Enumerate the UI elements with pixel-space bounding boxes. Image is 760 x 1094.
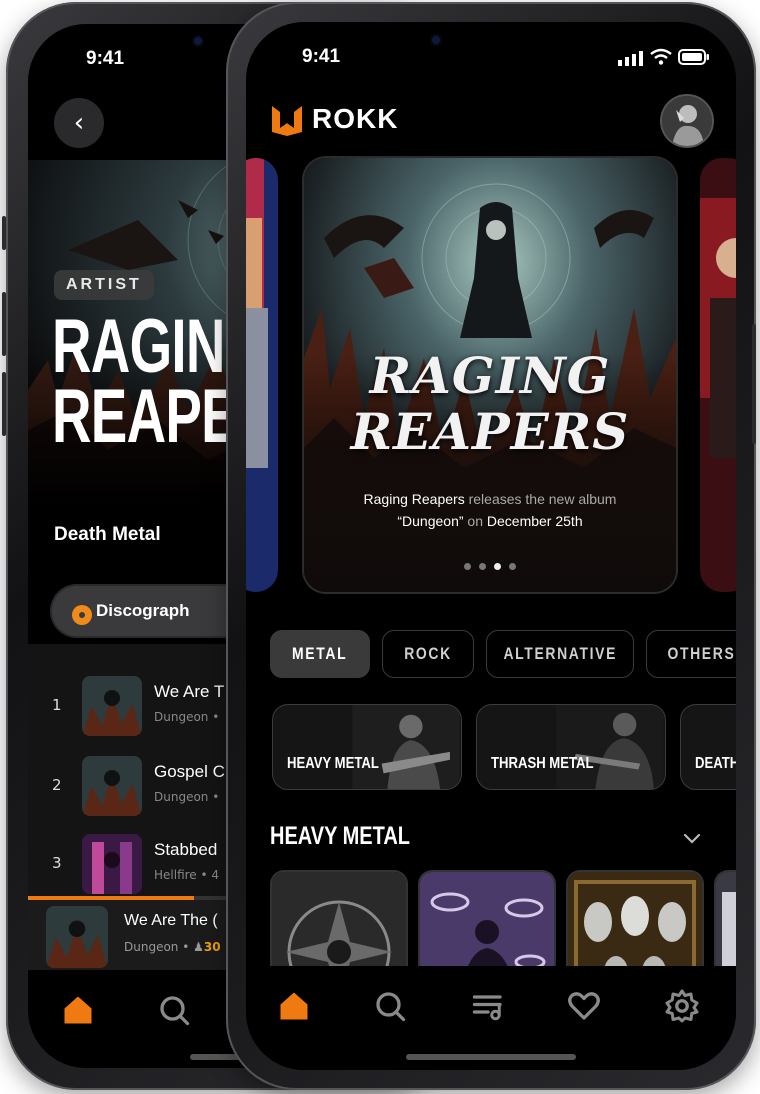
track-title: Stabbed xyxy=(154,840,218,859)
brand-logo[interactable]: ROKK xyxy=(270,102,398,136)
camera xyxy=(432,36,440,44)
now-playing-title: We Are The ( xyxy=(124,912,218,929)
feature-card[interactable]: RAGING REAPERS Raging Reapers releases t… xyxy=(304,158,676,592)
genre-card-thrash-metal[interactable]: THRASH METAL xyxy=(476,704,666,790)
track-album: Dungeon • xyxy=(154,710,220,724)
artist-genre: Death Metal xyxy=(54,524,161,545)
home-screen: 9:41 ROKK RAGING REAPERS Raging Reapers … xyxy=(246,22,736,1070)
feature-description: Raging Reapers releases the new album “D… xyxy=(334,488,646,532)
artist-badge: ARTIST xyxy=(54,270,154,300)
track-album: Dungeon • xyxy=(154,790,220,804)
playlist-icon[interactable] xyxy=(470,988,506,1024)
status-time: 9:41 xyxy=(302,46,341,67)
feature-desc-mid: releases the new album xyxy=(464,491,617,507)
pagination-dot[interactable] xyxy=(479,563,486,570)
power-button xyxy=(752,324,756,444)
genre-card-label: HEAVY METAL xyxy=(287,755,379,772)
feature-desc-on: on xyxy=(463,513,487,529)
feature-album: “Dungeon” xyxy=(397,513,464,529)
chip-label: OTHERS xyxy=(667,644,735,663)
chip-others[interactable]: OTHERS xyxy=(646,630,736,678)
app-showcase: 9:41 ‹ ARTIST RAGIN REAPE Death Metal Di… xyxy=(0,0,760,1094)
now-playing-meta: Dungeon • ♟30 xyxy=(124,940,221,954)
battery-icon xyxy=(678,49,709,65)
chip-label: ALTERNATIVE xyxy=(503,644,617,663)
home-icon[interactable] xyxy=(60,992,96,1028)
feature-band: Raging Reapers xyxy=(363,491,465,507)
chip-label: METAL xyxy=(292,644,348,663)
track-artwork xyxy=(82,676,142,736)
carousel-next-card[interactable] xyxy=(700,158,736,592)
search-icon[interactable] xyxy=(372,988,408,1024)
feature-title-line1: RAGING xyxy=(369,346,611,405)
search-icon[interactable] xyxy=(156,992,192,1028)
genre-card-label: DEATH xyxy=(695,755,736,772)
disc-icon xyxy=(72,605,92,625)
mute-switch xyxy=(2,216,6,250)
signal-icon xyxy=(618,51,643,66)
track-title: We Are T xyxy=(154,682,225,701)
now-playing-artwork xyxy=(46,906,108,968)
track-number: 1 xyxy=(52,696,62,714)
avatar[interactable] xyxy=(662,96,712,146)
chip-alternative[interactable]: ALTERNATIVE xyxy=(486,630,634,678)
chevron-down-icon[interactable] xyxy=(682,828,702,848)
genre-card-heavy-metal[interactable]: HEAVY METAL xyxy=(272,704,462,790)
home-icon[interactable] xyxy=(276,988,312,1024)
pagination-dot[interactable] xyxy=(464,563,471,570)
pagination-dot[interactable] xyxy=(509,563,516,570)
wifi-icon xyxy=(650,48,672,65)
now-playing-listeners: 30 xyxy=(203,940,221,954)
feature-date: December 25th xyxy=(486,513,583,529)
rokk-logo-icon xyxy=(272,106,302,136)
track-number: 3 xyxy=(52,854,62,872)
phone-home: 9:41 ROKK RAGING REAPERS Raging Reapers … xyxy=(226,2,756,1090)
brand-name: ROKK xyxy=(312,103,399,134)
now-playing-album: Dungeon • xyxy=(124,940,190,954)
tab-bar xyxy=(246,966,736,1056)
track-artwork xyxy=(82,834,142,894)
track-title: Gospel C xyxy=(154,762,225,781)
feature-title-line2: REAPERS xyxy=(350,402,630,461)
carousel-pagination[interactable] xyxy=(464,563,516,570)
chip-rock[interactable]: ROCK xyxy=(382,630,474,678)
chevron-left-icon: ‹ xyxy=(73,108,85,138)
chip-metal[interactable]: METAL xyxy=(270,630,370,678)
track-artwork xyxy=(82,756,142,816)
volume-down-button xyxy=(2,372,6,436)
listeners-icon: ♟ xyxy=(193,940,204,954)
genre-card-label: THRASH METAL xyxy=(491,755,594,772)
home-indicator xyxy=(406,1054,576,1060)
track-number: 2 xyxy=(52,776,62,794)
track-album: Hellfire • 4 xyxy=(154,868,220,882)
volume-up-button xyxy=(2,292,6,356)
status-time: 9:41 xyxy=(86,48,125,69)
back-button[interactable]: ‹ xyxy=(54,98,104,148)
settings-icon[interactable] xyxy=(664,988,700,1024)
section-title: HEAVY METAL xyxy=(270,822,411,850)
heart-icon[interactable] xyxy=(566,988,602,1024)
genre-card-death[interactable]: DEATH xyxy=(680,704,736,790)
feature-title: RAGING REAPERS xyxy=(304,348,676,460)
pagination-dot[interactable] xyxy=(494,563,501,570)
carousel-prev-card[interactable] xyxy=(246,158,278,592)
chip-label: ROCK xyxy=(404,644,452,663)
camera xyxy=(194,37,202,45)
